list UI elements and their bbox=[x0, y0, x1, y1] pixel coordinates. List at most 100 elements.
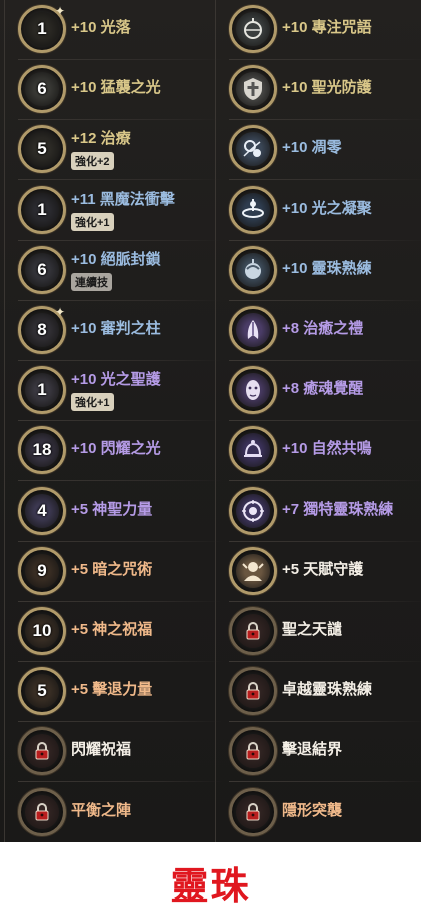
skill-orb[interactable]: 6 bbox=[18, 245, 66, 294]
lock-icon bbox=[236, 674, 270, 709]
skill-level: 8 bbox=[25, 313, 59, 347]
skill-orb[interactable] bbox=[229, 426, 277, 475]
skill-name: +10 光之凝聚 bbox=[282, 199, 372, 217]
enhance-badge: 強化+2 bbox=[71, 152, 114, 171]
skill-level-value: 4 bbox=[37, 500, 47, 520]
left-skill-row[interactable]: 閃耀祝福 bbox=[18, 722, 223, 783]
left-skill-row[interactable]: 4 +5 神聖力量 bbox=[18, 482, 223, 542]
skill-orb[interactable] bbox=[229, 366, 277, 415]
sparkle-icon: ✦ bbox=[54, 4, 65, 18]
skill-orb[interactable]: 10 bbox=[18, 607, 66, 655]
skill-orb[interactable] bbox=[229, 486, 277, 535]
locked-skill-orb[interactable] bbox=[18, 787, 66, 836]
skill-level-value: 1 bbox=[37, 199, 47, 219]
right-skill-row[interactable]: +10 靈珠熟練 bbox=[229, 241, 421, 301]
skill-name: +5 擊退力量 bbox=[71, 681, 153, 699]
left-skill-row[interactable]: 9 +5 暗之咒術 bbox=[18, 542, 223, 602]
skill-name: +5 神之祝福 bbox=[71, 621, 153, 638]
light-gather-icon bbox=[236, 192, 270, 227]
right-skill-row[interactable]: +8 癒魂覺醒 bbox=[229, 361, 421, 422]
skill-orb[interactable]: 6 bbox=[18, 65, 66, 114]
skill-name: +12 治療 bbox=[71, 130, 131, 148]
enhance-badge: 強化+1 bbox=[71, 212, 114, 231]
skill-name: +8 癒魂覺醒 bbox=[282, 380, 364, 398]
right-skill-row[interactable]: +7 獨特靈珠熟練 bbox=[229, 482, 421, 542]
right-skill-row[interactable]: +10 自然共鳴 bbox=[229, 421, 421, 482]
left-skill-row[interactable]: 8 ✦ +10 審判之柱 bbox=[18, 301, 223, 361]
right-skill-row[interactable]: 隱形突襲 bbox=[229, 783, 421, 842]
skill-orb[interactable] bbox=[229, 65, 277, 114]
skill-name: +10 自然共鳴 bbox=[282, 440, 372, 458]
locked-skill-orb[interactable] bbox=[18, 727, 66, 776]
left-skill-row[interactable]: 1 +11 黑魔法衝擊 強化+1 bbox=[18, 181, 223, 241]
right-skill-row[interactable]: 卓越靈珠熟練 bbox=[229, 662, 421, 723]
skill-name: 擊退結界 bbox=[282, 741, 343, 759]
locked-skill-orb[interactable] bbox=[229, 727, 277, 776]
skill-name: +10 光落 bbox=[71, 19, 131, 36]
right-skill-row[interactable]: +10 聖光防護 bbox=[229, 60, 421, 121]
skill-name: +10 凋零 bbox=[282, 139, 342, 157]
orb-icon bbox=[236, 12, 270, 46]
sparkle-icon: ✦ bbox=[54, 305, 65, 319]
skill-name: +10 靈珠熟練 bbox=[282, 259, 372, 277]
right-skill-row[interactable]: 聖之天譴 bbox=[229, 602, 421, 662]
left-skill-row[interactable]: 18 +10 閃耀之光 bbox=[18, 421, 223, 482]
left-skill-row[interactable]: 6 +10 猛襲之光 bbox=[18, 60, 223, 121]
left-skill-row[interactable]: 5 +5 擊退力量 bbox=[18, 662, 223, 723]
right-skill-row[interactable]: +10 光之凝聚 bbox=[229, 181, 421, 241]
locked-skill-orb[interactable] bbox=[229, 787, 277, 836]
right-skill-row[interactable]: +10 專注咒語 bbox=[229, 0, 421, 60]
skill-orb[interactable]: 1 ✦ bbox=[18, 4, 66, 53]
skill-orb[interactable]: 5 bbox=[18, 667, 66, 716]
skill-level-value: 10 bbox=[32, 621, 52, 640]
right-skill-row[interactable]: +5 天賦守護 bbox=[229, 542, 421, 602]
skill-name: +10 專注咒語 bbox=[282, 19, 372, 36]
skill-orb[interactable] bbox=[229, 245, 277, 294]
right-skill-row[interactable]: +10 凋零 bbox=[229, 120, 421, 181]
skill-orb[interactable] bbox=[229, 185, 277, 234]
skill-orb[interactable]: 9 bbox=[18, 546, 66, 595]
skill-name: +10 絕脈封鎖 bbox=[71, 250, 161, 268]
skill-name: +10 光之聖護 bbox=[71, 371, 161, 389]
left-skill-row[interactable]: 10 +5 神之祝福 bbox=[18, 602, 223, 662]
nature-bell-icon bbox=[236, 433, 270, 468]
shield-cross-icon bbox=[236, 72, 270, 107]
right-skill-row[interactable]: +8 治癒之禮 bbox=[229, 301, 421, 361]
locked-skill-orb[interactable] bbox=[229, 667, 277, 716]
orb-mastery-icon bbox=[236, 252, 270, 287]
skill-level: 5 bbox=[25, 132, 59, 167]
skill-orb[interactable]: 5 bbox=[18, 125, 66, 174]
skill-orb[interactable] bbox=[229, 306, 277, 354]
left-skill-row[interactable]: 平衡之陣 bbox=[18, 783, 223, 842]
skill-level-value: 5 bbox=[37, 139, 47, 159]
skill-name: 平衡之陣 bbox=[71, 801, 132, 819]
skill-orb[interactable]: 4 bbox=[18, 486, 66, 535]
locked-skill-orb[interactable] bbox=[229, 607, 277, 655]
skill-level-value: 1 bbox=[37, 19, 47, 38]
skill-level: 4 bbox=[25, 493, 59, 528]
skill-orb[interactable] bbox=[229, 125, 277, 174]
skill-level: 18 bbox=[25, 433, 59, 468]
skill-name: 隱形突襲 bbox=[282, 801, 343, 819]
skill-orb[interactable]: 18 bbox=[18, 426, 66, 475]
skill-name: +10 閃耀之光 bbox=[71, 440, 161, 458]
awaken-face-icon bbox=[236, 373, 270, 408]
unique-orb-icon bbox=[236, 493, 270, 528]
skill-level: 1 bbox=[25, 12, 59, 46]
skill-orb[interactable]: 1 bbox=[18, 366, 66, 415]
skill-orb[interactable] bbox=[229, 5, 277, 53]
enhance-badge: 強化+1 bbox=[71, 393, 114, 412]
skill-orb[interactable]: 1 bbox=[18, 185, 66, 234]
skill-name: +10 審判之柱 bbox=[71, 320, 161, 337]
lock-icon bbox=[25, 734, 59, 769]
skill-level-value: 6 bbox=[37, 259, 47, 279]
left-skill-row[interactable]: 6 +10 絕脈封鎖 連續技 bbox=[18, 241, 223, 301]
right-skill-row[interactable]: 擊退結界 bbox=[229, 722, 421, 783]
left-skill-row[interactable]: 1 +10 光之聖護 強化+1 bbox=[18, 361, 223, 422]
skill-level: 6 bbox=[25, 252, 59, 287]
left-skill-row[interactable]: 5 +12 治療 強化+2 bbox=[18, 120, 223, 181]
left-skill-row[interactable]: 1 ✦ +10 光落 bbox=[18, 0, 223, 60]
skill-orb[interactable] bbox=[229, 546, 277, 595]
skill-level: 6 bbox=[25, 72, 59, 107]
skill-orb[interactable]: 8 ✦ bbox=[18, 305, 66, 354]
